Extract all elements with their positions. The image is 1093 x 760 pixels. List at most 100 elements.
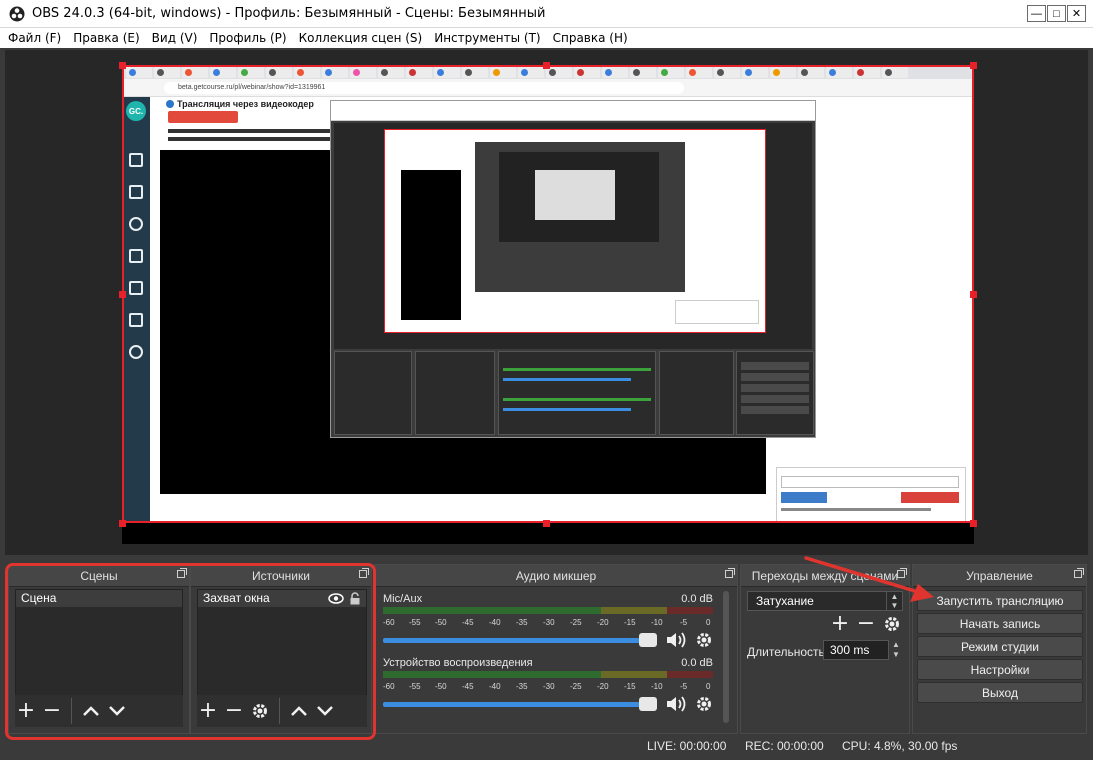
cpu-status: CPU: 4.8%, 30.00 fps	[842, 739, 958, 753]
start-recording-button[interactable]: Начать запись	[917, 613, 1083, 634]
menu-help[interactable]: Справка (H)	[553, 31, 628, 45]
resize-handle[interactable]	[970, 62, 977, 69]
chevron-down-icon	[109, 706, 125, 716]
window-title: OBS 24.0.3 (64-bit, windows) - Профиль: …	[32, 6, 546, 21]
resize-handle[interactable]	[970, 520, 977, 527]
move-scene-up-button[interactable]	[80, 700, 102, 722]
transitions-header: Переходы между сценами	[741, 565, 909, 587]
scene-item[interactable]: Сцена	[16, 590, 182, 607]
transition-selected: Затухание	[756, 594, 814, 608]
add-scene-button[interactable]: +	[15, 700, 37, 722]
chat-icon	[129, 345, 143, 359]
undock-icon[interactable]	[725, 568, 735, 578]
preview-canvas[interactable]: beta.getcourse.ru/pl/webinar/show?id=131…	[122, 65, 974, 544]
menu-view[interactable]: Вид (V)	[152, 31, 198, 45]
transitions-dock: Переходы между сценами Затухание ▲ ▼ + − …	[740, 564, 910, 734]
scenes-list[interactable]: Сцена	[15, 589, 183, 699]
gear-icon[interactable]	[695, 631, 713, 649]
transition-select[interactable]: Затухание ▲ ▼	[747, 591, 903, 611]
controls-dock: Управление Запустить трансляцию Начать з…	[912, 564, 1087, 734]
chevron-up-icon	[83, 706, 99, 716]
menu-scene-collection[interactable]: Коллекция сцен (S)	[299, 31, 423, 45]
undock-icon[interactable]	[359, 568, 369, 578]
maximize-button[interactable]: □	[1047, 5, 1066, 22]
resize-handle[interactable]	[119, 520, 126, 527]
audio-mixer-dock: Аудио микшер Mic/Aux 0.0 dB -60 -55 -50 …	[374, 564, 738, 734]
start-streaming-button[interactable]: Запустить трансляцию	[917, 590, 1083, 611]
gear-icon[interactable]	[883, 615, 901, 633]
chat-box	[776, 467, 966, 523]
move-source-down-button[interactable]	[314, 700, 336, 722]
volume-slider-handle[interactable]	[639, 697, 657, 711]
scenes-toolbar: + −	[15, 695, 183, 727]
title-bar: OBS 24.0.3 (64-bit, windows) - Профиль: …	[0, 0, 1093, 28]
volume-slider[interactable]	[383, 702, 641, 707]
lock-icon[interactable]	[349, 592, 361, 605]
speaker-icon[interactable]	[665, 631, 687, 649]
eye-icon[interactable]	[328, 593, 344, 604]
chart-icon	[129, 185, 143, 199]
menu-file[interactable]: Файл (F)	[8, 31, 61, 45]
add-transition-button[interactable]: +	[829, 613, 851, 635]
duration-spinner-icon[interactable]: ▲ ▼	[889, 640, 903, 660]
volume-slider[interactable]	[383, 638, 641, 643]
remove-source-button[interactable]: −	[223, 700, 245, 722]
chevron-down-icon	[317, 706, 333, 716]
menu-edit[interactable]: Правка (E)	[73, 31, 139, 45]
channel-db: 0.0 dB	[681, 657, 713, 669]
channel-db: 0.0 dB	[681, 593, 713, 605]
resize-handle[interactable]	[543, 520, 550, 527]
live-status: LIVE: 00:00:00	[647, 739, 727, 753]
audio-mixer-header: Аудио микшер	[375, 565, 737, 587]
channel-name: Mic/Aux	[383, 593, 423, 605]
studio-mode-button[interactable]: Режим студии	[917, 636, 1083, 657]
gear-icon[interactable]	[695, 695, 713, 713]
resize-handle[interactable]	[119, 62, 126, 69]
stop-broadcast-button	[168, 111, 238, 123]
resize-handle[interactable]	[119, 291, 126, 298]
remove-scene-button[interactable]: −	[41, 700, 63, 722]
transitions-title: Переходы между сценами	[751, 568, 899, 583]
nested-obs-window	[330, 100, 816, 438]
duration-input[interactable]: 300 ms	[823, 640, 889, 660]
window-icon	[129, 313, 143, 327]
resize-handle[interactable]	[970, 291, 977, 298]
volume-meter	[383, 607, 713, 614]
duration-label: Длительность	[747, 645, 825, 659]
browser-url: beta.getcourse.ru/pl/webinar/show?id=131…	[164, 82, 684, 94]
browser-address-bar: beta.getcourse.ru/pl/webinar/show?id=131…	[122, 79, 974, 97]
rec-status: REC: 00:00:00	[745, 739, 824, 753]
channel-name: Устройство воспроизведения	[383, 657, 533, 669]
sources-toolbar: + −	[197, 695, 367, 727]
captured-window: beta.getcourse.ru/pl/webinar/show?id=131…	[122, 65, 974, 523]
menu-tools[interactable]: Инструменты (T)	[434, 31, 540, 45]
sources-header: Источники	[191, 565, 371, 587]
obs-logo-icon	[9, 6, 25, 21]
close-button[interactable]: ✕	[1067, 5, 1086, 22]
resize-handle[interactable]	[543, 62, 550, 69]
sources-list[interactable]: Захват окна	[197, 589, 367, 699]
settings-button[interactable]: Настройки	[917, 659, 1083, 680]
add-source-button[interactable]: +	[197, 700, 219, 722]
scenes-dock: Сцены Сцена + −	[8, 564, 190, 734]
move-scene-down-button[interactable]	[106, 700, 128, 722]
move-source-up-button[interactable]	[288, 700, 310, 722]
volume-slider-handle[interactable]	[639, 633, 657, 647]
getcourse-logo: GC.	[126, 101, 146, 121]
source-item-label: Захват окна	[203, 591, 270, 605]
undock-icon[interactable]	[177, 568, 187, 578]
speaker-icon[interactable]	[665, 695, 687, 713]
undock-icon[interactable]	[1074, 568, 1084, 578]
meter-ticks: -60 -55 -50 -45 -40 -35 -30 -25 -20 -15 …	[383, 682, 711, 691]
source-properties-button[interactable]	[249, 700, 271, 722]
mixer-scrollbar[interactable]	[723, 591, 729, 723]
meter-ticks: -60 -55 -50 -45 -40 -35 -30 -25 -20 -15 …	[383, 618, 711, 627]
minimize-button[interactable]: —	[1027, 5, 1046, 22]
status-bar: LIVE: 00:00:00 REC: 00:00:00 CPU: 4.8%, …	[0, 736, 1093, 760]
chevron-up-down-icon[interactable]: ▲ ▼	[886, 592, 902, 610]
menu-profile[interactable]: Профиль (P)	[209, 31, 286, 45]
remove-transition-button[interactable]: −	[855, 613, 877, 635]
source-item[interactable]: Захват окна	[198, 590, 366, 607]
exit-button[interactable]: Выход	[917, 682, 1083, 703]
undock-icon[interactable]	[897, 568, 907, 578]
